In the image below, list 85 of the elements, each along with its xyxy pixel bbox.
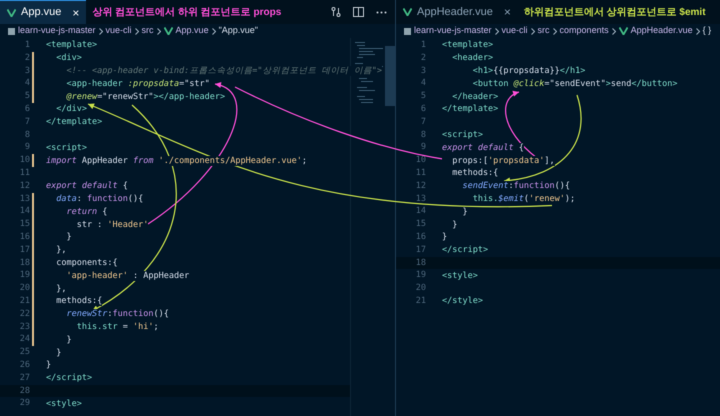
chevron-icon [696, 28, 700, 34]
line-number: 10 [18, 154, 30, 167]
chevron-icon [156, 28, 161, 34]
line-number: 1 [24, 39, 30, 52]
line-number: 11 [414, 166, 426, 180]
line-number: 6 [420, 103, 426, 116]
line-number: 9 [420, 141, 426, 154]
chevron-icon [98, 28, 103, 34]
compare-changes-icon[interactable] [331, 7, 341, 17]
breadcrumb-item[interactable]: vue-cli [106, 24, 132, 38]
line-number: 28 [18, 384, 30, 398]
line-number: 21 [18, 294, 30, 308]
line-number: 19 [414, 269, 426, 282]
line-number: 16 [414, 230, 426, 244]
line-number: 17 [414, 244, 426, 257]
more-actions-icon[interactable] [376, 10, 387, 14]
folder-icon [404, 28, 411, 34]
folder-icon [8, 28, 15, 34]
line-number: 7 [420, 116, 426, 129]
line-number: 11 [18, 166, 30, 180]
line-number: 2 [420, 52, 426, 65]
line-number: 5 [24, 90, 30, 103]
line-number: 13 [414, 192, 426, 206]
breadcrumb-item[interactable]: components [560, 24, 609, 38]
line-number: 14 [18, 205, 30, 218]
scrollbar-thumb[interactable] [385, 46, 395, 106]
line-number: 15 [18, 218, 30, 231]
chevron-icon [134, 28, 139, 34]
line-number: 27 [18, 372, 30, 384]
close-tab-button[interactable]: × [504, 6, 511, 18]
editor-tab[interactable]: App.vue × [0, 0, 86, 24]
line-number: 6 [24, 103, 30, 116]
line-number: 18 [18, 256, 30, 270]
line-number: 9 [24, 141, 30, 154]
line-number: 16 [18, 230, 30, 244]
breadcrumb-item[interactable]: { } [702, 24, 712, 38]
line-number: 10 [414, 154, 426, 167]
line-number: 13 [18, 192, 30, 206]
line-number: 22 [18, 308, 30, 320]
line-number: 1 [420, 39, 426, 52]
chevron-icon [552, 28, 557, 34]
breadcrumb-item[interactable]: src [538, 24, 550, 38]
vue-logo-icon [7, 8, 16, 16]
line-number: 5 [420, 90, 426, 103]
line-number: 17 [18, 244, 30, 257]
annotation-title: 상위 컴포넌트에서 하위 컴포넌트로 props [92, 6, 282, 20]
line-number: 20 [414, 282, 426, 295]
line-number: 21 [414, 294, 426, 308]
line-number: 15 [414, 218, 426, 231]
split-editor-icon[interactable] [353, 7, 364, 17]
chevron-icon [530, 28, 535, 34]
line-number: 4 [24, 77, 30, 90]
line-number: 12 [18, 180, 30, 193]
line-number: 20 [18, 282, 30, 295]
breadcrumb-item[interactable]: App.vue [176, 24, 209, 38]
line-number: 23 [18, 320, 30, 334]
vue-logo-icon [403, 8, 412, 16]
line-number: 7 [24, 116, 30, 129]
line-number: 3 [420, 64, 426, 78]
vue-logo-icon [164, 27, 173, 35]
line-number: 14 [414, 205, 426, 218]
line-number: 19 [18, 269, 30, 282]
chevron-icon [494, 28, 499, 34]
breadcrumb-item[interactable]: learn-vue-js-master [414, 24, 492, 38]
breadcrumb-item[interactable]: learn-vue-js-master [18, 24, 96, 38]
line-number: 25 [18, 346, 30, 359]
annotation-title: 하위컴포넌트에서 상위컴포넌트로 $emit [524, 6, 706, 20]
line-number: 8 [24, 128, 30, 142]
chevron-icon [212, 28, 216, 34]
line-number: 24 [18, 333, 30, 346]
line-number: 26 [18, 358, 30, 372]
line-number: 29 [18, 397, 30, 410]
line-number: 2 [24, 52, 30, 65]
line-number: 3 [24, 64, 30, 78]
breadcrumb-item[interactable]: "App.vue" [218, 24, 258, 38]
chevron-icon [612, 28, 616, 34]
vue-logo-icon [618, 27, 628, 35]
line-number: 8 [420, 128, 426, 142]
breadcrumb-item[interactable]: src [142, 24, 154, 38]
line-number: 4 [420, 77, 426, 90]
line-number: 18 [414, 256, 426, 270]
breadcrumb-item[interactable]: AppHeader.vue [630, 24, 693, 38]
breadcrumb-item[interactable]: vue-cli [502, 24, 528, 38]
line-number: 12 [414, 180, 426, 193]
close-tab-button[interactable]: × [72, 6, 80, 18]
